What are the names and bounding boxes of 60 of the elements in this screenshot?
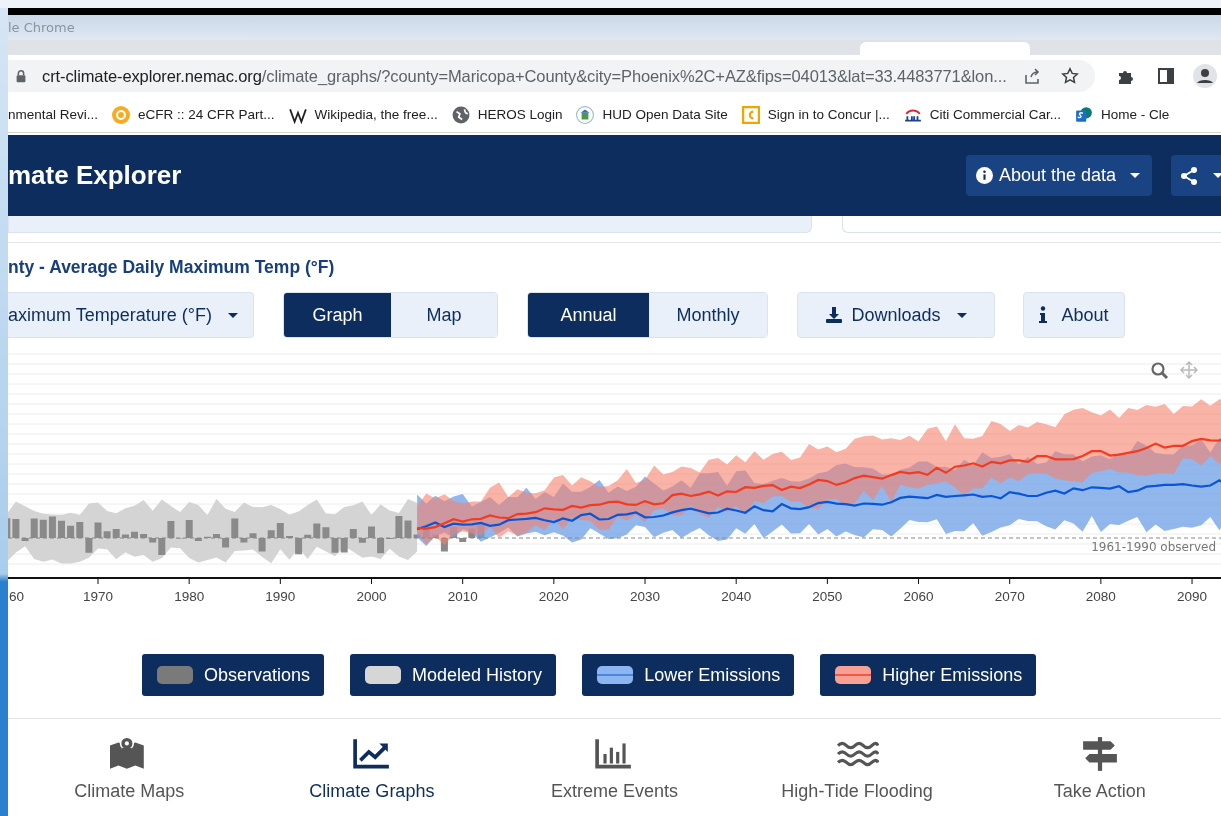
window-title: le Chrome	[8, 20, 75, 35]
star-icon[interactable]	[1060, 67, 1079, 85]
axis-label: 2010	[447, 589, 478, 604]
toggle-button[interactable]: Graph	[284, 293, 391, 337]
bookmark-favicon-icon	[1075, 105, 1094, 124]
legend-swatch-icon	[596, 665, 635, 685]
about-data-button[interactable]: About the data	[965, 155, 1152, 196]
bookmark-link[interactable]: nmental Revi...	[8, 107, 99, 122]
info-icon	[975, 167, 993, 184]
axis-label: 2060	[903, 589, 934, 604]
legend-toggle-button[interactable]: Lower Emissions	[582, 654, 795, 696]
legend-toggle-button[interactable]: Modeled History	[350, 654, 557, 696]
axis-label: 2070	[994, 589, 1025, 604]
about-button[interactable]: About	[1023, 292, 1125, 338]
bookmark-favicon-icon	[741, 105, 760, 124]
chart-title: nty - Average Daily Maximum Temp (°F)	[8, 256, 336, 279]
toggle-button[interactable]: Map	[391, 293, 497, 337]
bookmark-link[interactable]: eCFR :: 24 CFR Part...	[138, 107, 275, 122]
legend-swatch-icon	[364, 665, 403, 685]
zoom-icon[interactable]	[1151, 362, 1169, 380]
axis-label: 2090	[1177, 589, 1208, 604]
axis-label: 2000	[356, 589, 387, 604]
bookmark-link[interactable]: Sign in to Concur |...	[767, 107, 890, 122]
url-text: crt-climate-explorer.nemac.org/climate_graphs/?county=Maricopa+County&city=Phoenix%2C+AZ&fips=04013&lat=33.4483771&lon...	[42, 66, 1007, 86]
legend-swatch-icon	[156, 665, 194, 685]
axis-label: 2080	[1085, 589, 1116, 604]
axis-label: 2030	[630, 589, 661, 604]
bookmark-favicon-icon	[451, 105, 470, 124]
axis-label: 60	[9, 589, 25, 604]
bookmark-link[interactable]: HEROS Login	[477, 107, 563, 122]
bookmark-favicon-icon	[112, 105, 131, 124]
legend-toggle-button[interactable]: Observations	[142, 654, 325, 696]
toggle-button[interactable]: Monthly	[649, 293, 767, 337]
axis-label: 1990	[265, 589, 296, 604]
bookmark-favicon-icon	[576, 105, 595, 124]
info-icon	[1039, 306, 1048, 324]
axis-label: 2020	[538, 589, 569, 604]
share-button[interactable]	[1171, 155, 1221, 196]
axis-label: 2040	[721, 589, 752, 604]
bookmark-link[interactable]: HUD Open Data Site	[602, 107, 728, 122]
toggle-button[interactable]: Annual	[528, 293, 649, 337]
download-icon	[825, 306, 844, 324]
share-icon	[1179, 165, 1199, 186]
legend-toggle-button[interactable]: Higher Emissions	[820, 654, 1037, 696]
downloads-button[interactable]: Downloads	[797, 292, 995, 338]
address-field[interactable]: crt-climate-explorer.nemac.org/climate_graphs/?county=Maricopa+County&city=Phoenix%2C+AZ&fips=04013&lat=33.4483771&lon...	[8, 60, 1095, 92]
legend-swatch-icon	[834, 665, 873, 685]
profile-icon[interactable]	[1193, 64, 1217, 88]
bookmark-link[interactable]: Home - Cle	[1101, 107, 1170, 122]
share-icon[interactable]	[1022, 67, 1041, 85]
axis-label: 1970	[83, 589, 113, 604]
side-panel-icon[interactable]	[1157, 67, 1175, 85]
lock-icon	[14, 68, 28, 84]
variable-dropdown[interactable]: aximum Temperature (°F)	[8, 292, 254, 338]
bookmark-link[interactable]: Citi Commercial Car...	[929, 107, 1062, 122]
axis-label: 1980	[174, 589, 205, 604]
site-title: mate Explorer	[8, 160, 183, 191]
bookmark-link[interactable]: Wikipedia, the free...	[314, 107, 438, 122]
baseline-label: 1961-1990 observed	[1091, 540, 1216, 554]
axis-label: 2050	[812, 589, 843, 604]
